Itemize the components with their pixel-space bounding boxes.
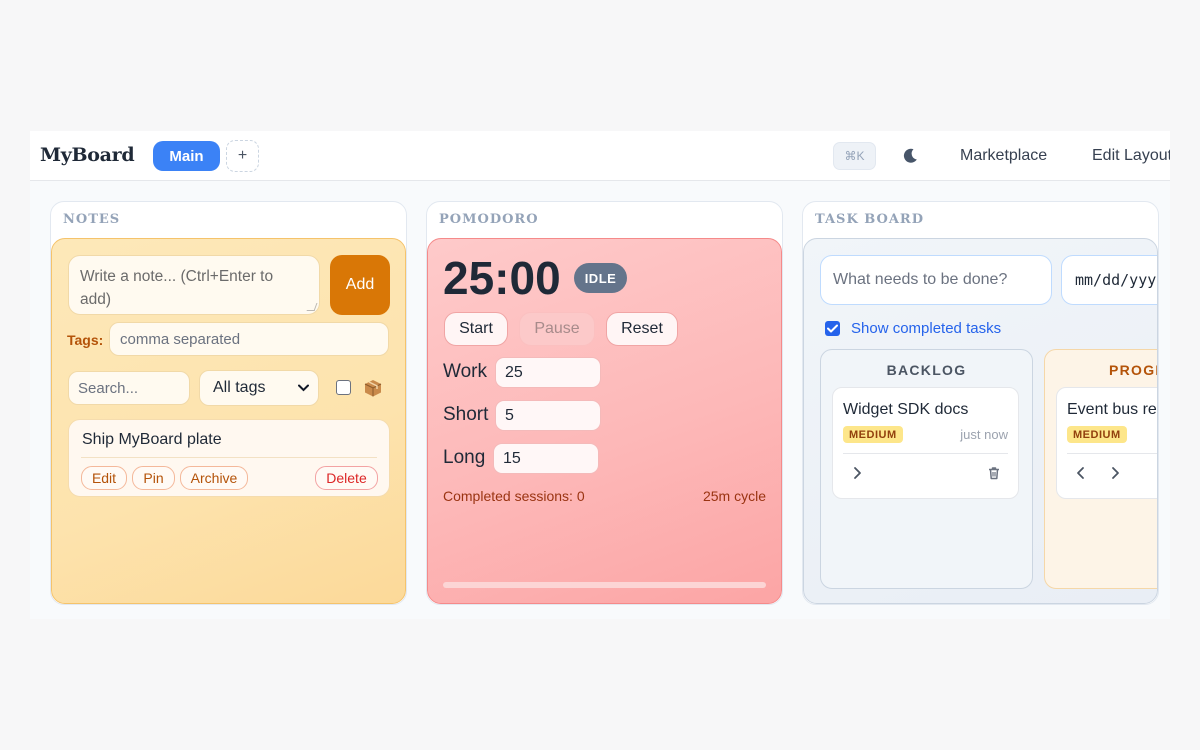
note-pin-button[interactable]: Pin — [132, 466, 175, 490]
short-label: Short — [443, 404, 489, 425]
box-icon — [364, 380, 382, 397]
note-textarea[interactable]: Write a note... (Ctrl+Enter to add) — [68, 255, 320, 315]
tags-label: Tags: — [67, 332, 104, 348]
task-board-body: What needs to be done? mm/dd/yyyy Show c… — [803, 238, 1158, 604]
long-label: Long — [443, 447, 486, 468]
pomodoro-widget: POMODORO 25:00 IDLE Start Pause Reset Wo… — [426, 201, 783, 605]
note-delete-button[interactable]: Delete — [315, 466, 378, 490]
status-badge: IDLE — [574, 263, 627, 293]
column-backlog: BACKLOG Widget SDK docs MEDIUM just now — [820, 349, 1033, 589]
note-divider — [81, 457, 377, 458]
chevron-right-icon[interactable] — [1108, 466, 1122, 480]
check-icon — [827, 324, 838, 333]
pause-button[interactable]: Pause — [519, 312, 595, 346]
timer-progress-bar — [443, 582, 766, 588]
moon-icon[interactable] — [900, 146, 920, 166]
note-title: Ship MyBoard plate — [82, 431, 222, 448]
chevron-down-icon — [298, 384, 309, 392]
column-title: PROGRESS — [1109, 362, 1157, 378]
tag-filter-value: All tags — [213, 379, 266, 396]
long-break-input[interactable]: 15 — [493, 443, 599, 474]
note-edit-button[interactable]: Edit — [81, 466, 127, 490]
note-item[interactable]: Ship MyBoard plate Edit Pin Archive Dele… — [68, 419, 390, 497]
start-button[interactable]: Start — [444, 312, 508, 346]
tab-main[interactable]: Main — [153, 141, 220, 171]
chevron-left-icon[interactable] — [1074, 466, 1088, 480]
timer-display: 25:00 — [443, 252, 561, 304]
tag-filter-select[interactable]: All tags — [199, 370, 319, 406]
column-title: BACKLOG — [886, 362, 967, 378]
tags-input[interactable]: comma separated — [109, 322, 389, 356]
task-timestamp: just now — [960, 427, 1008, 442]
task-board-widget: TASK BOARD What needs to be done? mm/dd/… — [802, 201, 1159, 605]
note-placeholder: Write a note... (Ctrl+Enter to add) — [80, 268, 274, 308]
edit-layout-link[interactable]: Edit Layout — [1092, 147, 1170, 165]
task-card[interactable]: Widget SDK docs MEDIUM just now — [832, 387, 1019, 499]
short-break-input[interactable]: 5 — [495, 400, 601, 431]
add-note-button[interactable]: Add — [330, 255, 390, 315]
command-palette-shortcut[interactable]: ⌘K — [833, 142, 876, 170]
task-board-title: TASK BOARD — [815, 212, 924, 227]
completed-sessions: Completed sessions: 0 — [443, 488, 585, 504]
chevron-right-icon[interactable] — [850, 466, 864, 480]
show-completed-checkbox[interactable] — [825, 321, 840, 336]
show-completed-label[interactable]: Show completed tasks — [851, 320, 1001, 337]
app-window: MyBoard Main + ⌘K Marketplace Edit Layou… — [30, 131, 1170, 619]
resize-handle-icon[interactable] — [306, 303, 318, 311]
task-title: Widget SDK docs — [843, 401, 969, 418]
column-in-progress: PROGRESS Event bus refactor MEDIUM — [1044, 349, 1157, 589]
task-card[interactable]: Event bus refactor MEDIUM — [1056, 387, 1157, 499]
add-tab-button[interactable]: + — [226, 140, 259, 172]
notes-title: NOTES — [63, 212, 121, 227]
due-date-input[interactable]: mm/dd/yyyy — [1061, 255, 1157, 305]
notes-search-input[interactable]: Search... — [68, 371, 190, 405]
pomodoro-body: 25:00 IDLE Start Pause Reset Work 25 Sho… — [427, 238, 782, 604]
trash-icon[interactable] — [987, 466, 1001, 480]
marketplace-link[interactable]: Marketplace — [960, 147, 1047, 165]
top-bar: MyBoard Main + ⌘K Marketplace Edit Layou… — [30, 131, 1170, 181]
archived-toggle-checkbox[interactable] — [336, 380, 351, 395]
notes-widget: NOTES Write a note... (Ctrl+Enter to add… — [50, 201, 407, 605]
pomodoro-title: POMODORO — [439, 212, 539, 227]
task-divider — [1067, 453, 1157, 454]
task-title: Event bus refactor — [1067, 401, 1157, 418]
priority-badge: MEDIUM — [1067, 426, 1127, 443]
note-archive-button[interactable]: Archive — [180, 466, 248, 490]
notes-body: Write a note... (Ctrl+Enter to add) Add … — [51, 238, 406, 604]
new-task-input[interactable]: What needs to be done? — [820, 255, 1052, 305]
priority-badge: MEDIUM — [843, 426, 903, 443]
brand-logo: MyBoard — [40, 144, 135, 166]
task-divider — [843, 453, 1008, 454]
cycle-length: 25m cycle — [702, 488, 766, 504]
work-duration-input[interactable]: 25 — [495, 357, 601, 388]
reset-button[interactable]: Reset — [606, 312, 678, 346]
work-label: Work — [443, 361, 487, 382]
